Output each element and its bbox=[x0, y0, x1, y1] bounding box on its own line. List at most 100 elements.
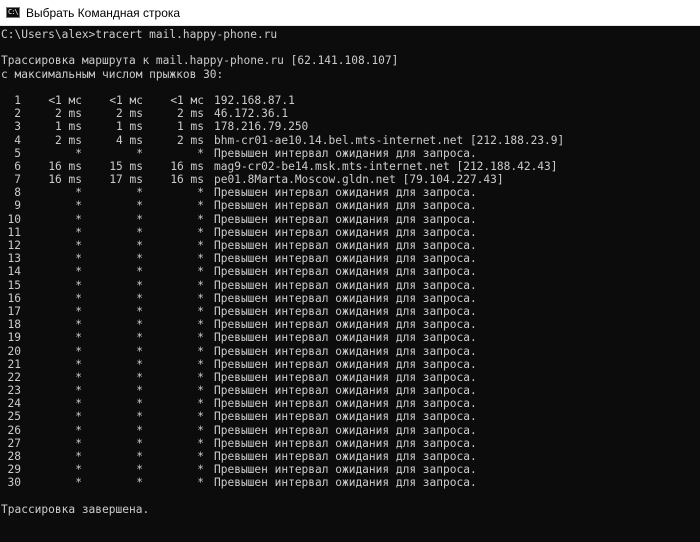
hop-rtt-3: * bbox=[197, 384, 204, 398]
hop-rtt-1: * bbox=[75, 357, 82, 371]
hop-number: 22 bbox=[7, 370, 21, 384]
hop-host: Превышен интервал ожидания для запроса. bbox=[214, 304, 477, 318]
hop-host: Превышен интервал ожидания для запроса. bbox=[214, 397, 477, 411]
hop-rtt-3: * bbox=[197, 357, 204, 371]
hop-number: 13 bbox=[7, 252, 21, 266]
hop-rtt-3: * bbox=[197, 265, 204, 279]
hop-rtt-1: * bbox=[75, 450, 82, 463]
hop-row: 7 16 ms 17 ms 16 ms pe01.8Marta.Moscow.gldn.… bbox=[1, 173, 700, 186]
hop-row: 23 * * * Превышен интервал ожидания для запр… bbox=[1, 384, 700, 397]
hop-rtt-2: 17 ms bbox=[109, 173, 143, 187]
hop-rtt-1: * bbox=[75, 436, 82, 450]
hop-rtt-1: 16 ms bbox=[48, 159, 82, 173]
hop-rtt-3: * bbox=[197, 410, 204, 424]
hop-row: 12 * * * Превышен интервал ожидания для запр… bbox=[1, 239, 700, 252]
hop-host: 192.168.87.1 bbox=[214, 93, 295, 107]
hop-rtt-1: * bbox=[75, 278, 82, 292]
hop-row: 11 * * * Превышен интервал ожидания для запр… bbox=[1, 226, 700, 239]
window-title: Выбрать Командная строка bbox=[26, 5, 181, 20]
hop-rtt-1: * bbox=[75, 397, 82, 411]
hop-number: 5 bbox=[14, 146, 21, 160]
hop-rtt-3: * bbox=[197, 225, 204, 239]
hop-rtt-1: * bbox=[75, 318, 82, 332]
hop-number: 23 bbox=[7, 384, 21, 398]
hop-number: 6 bbox=[14, 159, 21, 173]
hop-rtt-3: * bbox=[197, 450, 204, 463]
hop-rtt-2: * bbox=[136, 212, 143, 226]
hop-row: 21 * * * Превышен интервал ожидания для запр… bbox=[1, 358, 700, 371]
hop-rtt-1: <1 мс bbox=[48, 93, 82, 107]
hop-rtt-3: * bbox=[197, 278, 204, 292]
hop-rtt-2: * bbox=[136, 186, 143, 200]
hop-row: 1 <1 мс <1 мс <1 мс 192.168.87.1 bbox=[1, 94, 700, 107]
hop-rtt-3: * bbox=[197, 252, 204, 266]
hop-rtt-2: * bbox=[136, 397, 143, 411]
hop-row: 13 * * * Превышен интервал ожидания для запр… bbox=[1, 252, 700, 265]
hop-rtt-2: * bbox=[136, 239, 143, 252]
hop-rtt-3: <1 мс bbox=[170, 93, 204, 107]
hop-rtt-2: * bbox=[136, 463, 143, 477]
hop-host: Превышен интервал ожидания для запроса. bbox=[214, 450, 477, 463]
console-icon-glyph: C:\ bbox=[8, 8, 19, 16]
hop-rtt-2: * bbox=[136, 423, 143, 437]
hop-number: 8 bbox=[14, 186, 21, 200]
hop-number: 9 bbox=[14, 199, 21, 213]
hop-host: Превышен интервал ожидания для запроса. bbox=[214, 370, 477, 384]
hop-row: 19 * * * Превышен интервал ожидания для запр… bbox=[1, 331, 700, 344]
hop-rtt-1: * bbox=[75, 304, 82, 318]
hop-rtt-2: * bbox=[136, 291, 143, 305]
hop-host: Превышен интервал ожидания для запроса. bbox=[214, 225, 477, 239]
hop-rtt-1: 2 ms bbox=[55, 133, 82, 147]
hop-rtt-3: * bbox=[197, 199, 204, 213]
hop-rtt-3: 2 ms bbox=[177, 107, 204, 121]
hop-host: Превышен интервал ожидания для запроса. bbox=[214, 463, 477, 477]
window-titlebar[interactable]: C:\ Выбрать Командная строка bbox=[0, 0, 700, 26]
hop-row: 5 * * * Превышен интервал ожидания для запро… bbox=[1, 147, 700, 160]
hop-row: 2 2 ms 2 ms 2 ms 46.172.36.1 bbox=[1, 107, 700, 120]
hop-rtt-2: * bbox=[136, 370, 143, 384]
hop-rtt-1: * bbox=[75, 265, 82, 279]
hop-rtt-1: * bbox=[75, 476, 82, 490]
console-output[interactable]: C:\Users\alex>tracert mail.happy-phone.r… bbox=[0, 26, 700, 542]
hop-rtt-3: * bbox=[197, 423, 204, 437]
hop-row: 9 * * * Превышен интервал ожидания для запро… bbox=[1, 199, 700, 212]
hop-row: 10 * * * Превышен интервал ожидания для запр… bbox=[1, 213, 700, 226]
hop-rtt-1: * bbox=[75, 291, 82, 305]
hop-host: Превышен интервал ожидания для запроса. bbox=[214, 410, 477, 424]
hop-host: Превышен интервал ожидания для запроса. bbox=[214, 331, 477, 345]
hop-row: 18 * * * Превышен интервал ожидания для запр… bbox=[1, 318, 700, 331]
hop-row: 8 * * * Превышен интервал ожидания для запро… bbox=[1, 186, 700, 199]
hop-rtt-1: * bbox=[75, 370, 82, 384]
trace-header-target: Трассировка маршрута к mail.happy-phone.… bbox=[1, 54, 399, 68]
hop-rtt-2: * bbox=[136, 304, 143, 318]
hop-rtt-2: * bbox=[136, 278, 143, 292]
hop-rtt-2: 2 ms bbox=[116, 107, 143, 121]
hop-rtt-1: * bbox=[75, 410, 82, 424]
hop-number: 24 bbox=[7, 397, 21, 411]
hop-host: Превышен интервал ожидания для запроса. bbox=[214, 476, 477, 490]
hop-rtt-2: <1 мс bbox=[109, 93, 143, 107]
hop-number: 30 bbox=[7, 476, 21, 490]
hop-rtt-2: * bbox=[136, 331, 143, 345]
hop-row: 28 * * * Превышен интервал ожидания для запр… bbox=[1, 450, 700, 463]
hop-rtt-3: * bbox=[197, 186, 204, 200]
hop-rtt-1: * bbox=[75, 252, 82, 266]
hop-host: Превышен интервал ожидания для запроса. bbox=[214, 239, 477, 252]
hop-row: 30 * * * Превышен интервал ожидания для запр… bbox=[1, 476, 700, 489]
hop-number: 2 bbox=[14, 107, 21, 121]
hop-rtt-3: * bbox=[197, 239, 204, 252]
hop-number: 21 bbox=[7, 357, 21, 371]
hop-rtt-1: * bbox=[75, 146, 82, 160]
console-icon: C:\ bbox=[6, 7, 20, 18]
hop-rtt-3: * bbox=[197, 291, 204, 305]
hop-row: 26 * * * Превышен интервал ожидания для запр… bbox=[1, 424, 700, 437]
hop-host: 46.172.36.1 bbox=[214, 107, 289, 121]
hop-row: 6 16 ms 15 ms 16 ms mag9-cr02-be14.msk.mts-i… bbox=[1, 160, 700, 173]
hop-rtt-3: * bbox=[197, 318, 204, 332]
hop-rtt-2: * bbox=[136, 344, 143, 358]
hop-rtt-3: 1 ms bbox=[177, 120, 204, 134]
hop-rtt-1: * bbox=[75, 186, 82, 200]
hop-rtt-1: * bbox=[75, 344, 82, 358]
hop-number: 27 bbox=[7, 436, 21, 450]
hop-rtt-2: 4 ms bbox=[116, 133, 143, 147]
